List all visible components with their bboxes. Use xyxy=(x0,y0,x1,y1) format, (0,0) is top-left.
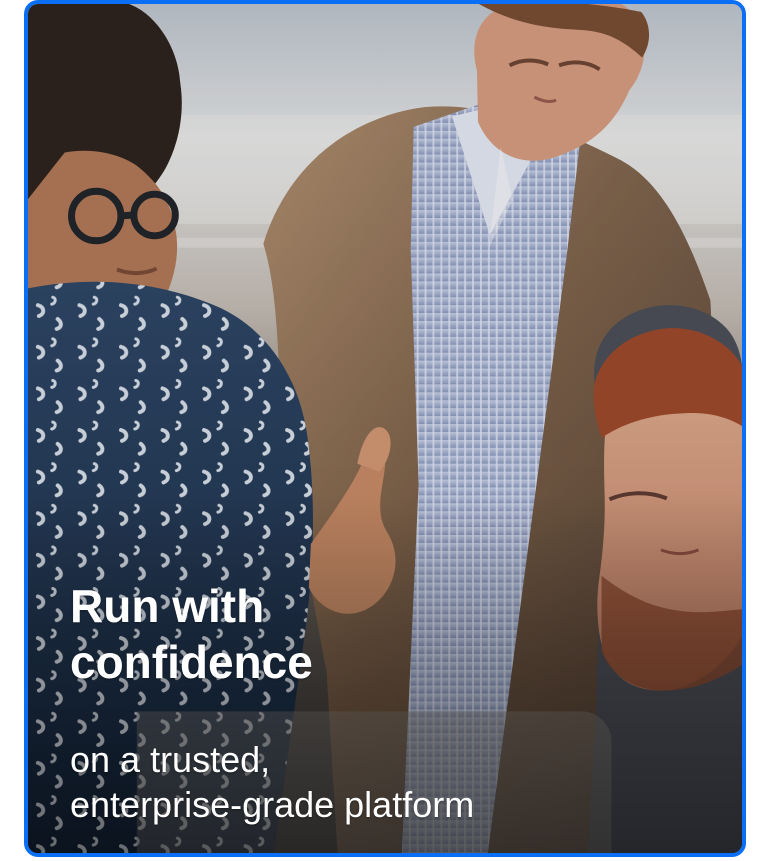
hero-headline-line-1: Run with xyxy=(70,580,265,632)
hero-subheading-line-2: enterprise-grade platform xyxy=(70,784,475,825)
hero-headline-line-2: confidence xyxy=(70,636,313,688)
hero-headline: Run with confidence xyxy=(70,578,313,690)
hero-card[interactable]: Run with confidence on a trusted, enterp… xyxy=(24,0,746,857)
hero-subheading: on a trusted, enterprise-grade platform xyxy=(70,737,474,827)
hero-subheading-line-1: on a trusted, xyxy=(70,739,271,780)
